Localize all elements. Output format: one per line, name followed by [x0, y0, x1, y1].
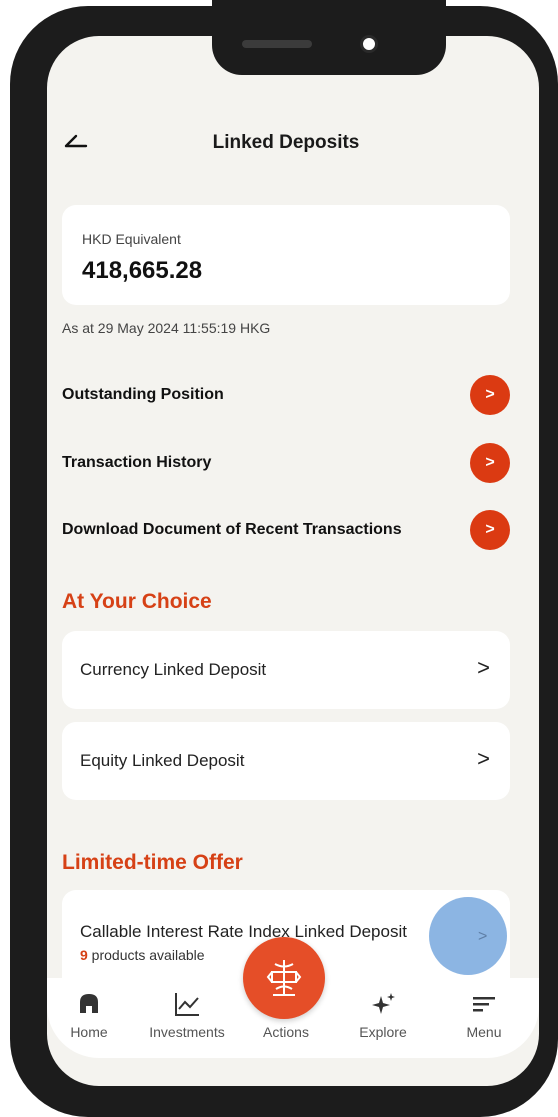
tab-explore[interactable]: Explore [338, 990, 428, 1040]
offer-count-text: 9 products available [80, 947, 205, 963]
tab-investments[interactable]: Investments [142, 990, 232, 1040]
tab-home[interactable]: Home [44, 990, 134, 1040]
chevron-right-icon[interactable]: > [470, 443, 510, 483]
offer-count: 9 [80, 947, 88, 963]
menu-lines-icon [473, 997, 495, 1012]
chevron-right-icon: > [477, 746, 490, 771]
link-label: Outstanding Position [62, 386, 224, 403]
tab-label: Home [70, 1024, 108, 1040]
tap-indicator [429, 897, 507, 975]
side-button [14, 370, 24, 460]
actions-button[interactable] [243, 937, 325, 1019]
section-heading-limited-time-offer: Limited-time Offer [62, 851, 243, 874]
chevron-right-icon[interactable]: > [470, 510, 510, 550]
link-label: Download Document of Recent Transactions [62, 521, 402, 538]
option-currency-linked-deposit[interactable]: Currency Linked Deposit > [62, 631, 510, 709]
option-equity-linked-deposit[interactable]: Equity Linked Deposit > [62, 722, 510, 800]
option-label: Equity Linked Deposit [80, 751, 245, 770]
tab-label: Investments [149, 1024, 225, 1040]
link-label: Transaction History [62, 454, 212, 471]
home-icon [80, 994, 98, 1013]
tab-label: Menu [466, 1024, 502, 1040]
chevron-right-icon[interactable]: > [478, 928, 487, 946]
balance-label: HKD Equivalent [82, 231, 181, 247]
link-transaction-history[interactable]: Transaction History > [62, 443, 510, 483]
chevron-right-icon[interactable]: > [470, 375, 510, 415]
chart-line-icon [175, 993, 199, 1016]
tab-menu[interactable]: Menu [439, 990, 529, 1040]
tab-label: Actions [263, 1024, 309, 1040]
camera [360, 35, 378, 53]
tab-label: Explore [359, 1024, 407, 1040]
chevron-right-icon: > [477, 655, 490, 680]
section-heading-at-your-choice: At Your Choice [62, 590, 212, 613]
speaker [242, 40, 312, 48]
link-outstanding-position[interactable]: Outstanding Position > [62, 375, 510, 415]
sparkle-icon [372, 993, 395, 1014]
option-label: Currency Linked Deposit [80, 660, 267, 679]
side-button [14, 244, 24, 334]
as-at-timestamp: As at 29 May 2024 11:55:19 HKG [62, 320, 271, 336]
balance-value: 418,665.28 [82, 257, 203, 284]
page-title: Linked Deposits [212, 132, 360, 153]
offer-count-suffix: products available [87, 947, 205, 963]
link-download-document[interactable]: Download Document of Recent Transactions… [62, 510, 510, 550]
balance-card: HKD Equivalent 418,665.28 [62, 205, 510, 305]
actions-globe-icon [266, 960, 302, 996]
notch [212, 0, 446, 75]
